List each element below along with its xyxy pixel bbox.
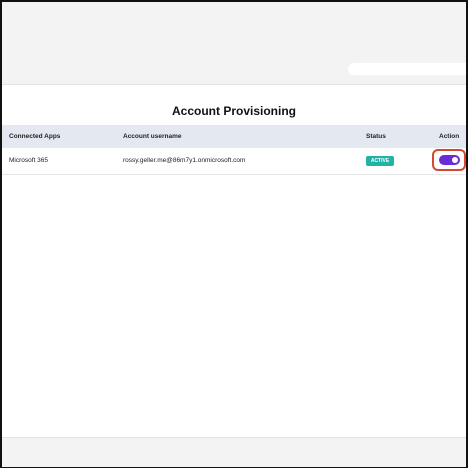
- table-row: Microsoft 365 rossy.geller.me@86m7y1.onm…: [2, 148, 466, 175]
- app-window: Account Provisioning Connected Apps Acco…: [2, 2, 466, 467]
- account-username: rossy.geller.me@86m7y1.onmicrosoft.com: [123, 157, 246, 164]
- status-badge: ACTIVE: [366, 156, 394, 166]
- app-name: Microsoft 365: [9, 157, 49, 164]
- search-input[interactable]: [348, 63, 466, 75]
- table-header: Connected Apps Account username Status A…: [2, 125, 466, 148]
- column-header-connected-apps: Connected Apps: [9, 133, 61, 140]
- provisioning-toggle[interactable]: [439, 155, 460, 165]
- main-content: Account Provisioning Connected Apps Acco…: [2, 85, 466, 437]
- footer-bar: [2, 437, 466, 467]
- column-header-status: Status: [366, 133, 386, 140]
- top-bar: [2, 2, 466, 85]
- page-title: Account Provisioning: [171, 104, 296, 118]
- column-header-action: Action: [439, 133, 460, 140]
- column-header-account-username: Account username: [123, 133, 182, 140]
- toggle-knob: [452, 157, 458, 163]
